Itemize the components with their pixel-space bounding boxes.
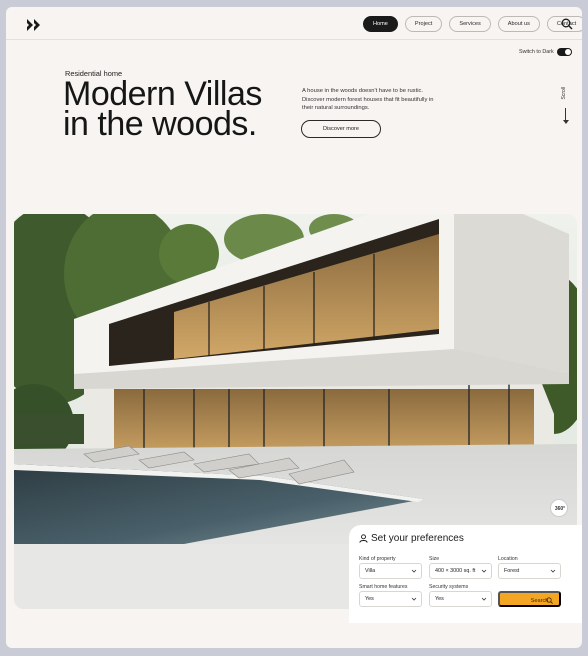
chevron-down-icon: [481, 597, 487, 601]
view-360-badge[interactable]: 360°: [550, 499, 568, 517]
title-line-2: in the woods.: [63, 105, 257, 143]
security-label: Security systems: [429, 584, 469, 590]
chevron-down-icon: [550, 569, 556, 573]
view-360-icon: 360°: [554, 506, 566, 512]
kind-of-property-label: Kind of property: [359, 556, 396, 562]
preferences-title: Set your preferences: [371, 533, 464, 544]
chevron-down-icon: [411, 597, 417, 601]
chevron-down-icon: [481, 569, 487, 573]
location-select[interactable]: Forest: [498, 563, 561, 579]
search-icon: [546, 597, 553, 604]
dark-mode-toggle[interactable]: [557, 48, 572, 56]
smart-home-value: Yes: [365, 596, 374, 602]
dark-mode-label: Switch to Dark: [519, 49, 554, 55]
smart-home-select[interactable]: Yes: [359, 591, 422, 607]
nav-services[interactable]: Services: [449, 16, 491, 32]
security-select[interactable]: Yes: [429, 591, 492, 607]
location-label: Location: [498, 556, 518, 562]
location-value: Forest: [504, 568, 520, 574]
nav-project[interactable]: Project: [404, 16, 443, 32]
security-value: Yes: [435, 596, 444, 602]
user-icon: [359, 534, 368, 543]
nav-about-us[interactable]: About us: [497, 16, 540, 32]
logo-icon[interactable]: [26, 18, 42, 32]
hero-description: A house in the woods doesn't have to be …: [302, 88, 434, 112]
discover-more-button[interactable]: Discover more: [301, 120, 381, 138]
preferences-panel: Set your preferences Kind of property Vi…: [349, 525, 582, 623]
kind-of-property-value: Villa: [365, 568, 376, 574]
chevron-down-icon: [411, 569, 417, 573]
arrow-down-icon: [562, 120, 569, 124]
nav-home[interactable]: Home: [363, 16, 398, 32]
size-label: Size: [429, 556, 440, 562]
main-nav: Home Project Services About us Contact: [363, 16, 582, 32]
page: Home Project Services About us Contact S…: [6, 7, 582, 648]
page-title: Modern Villas in the woods.: [63, 77, 262, 143]
size-select[interactable]: 400 × 3000 sq. ft: [429, 563, 492, 579]
scroll-indicator[interactable]: Scroll: [561, 87, 571, 127]
smart-home-label: Smart home features: [359, 584, 408, 590]
search-button[interactable]: Search: [498, 591, 561, 607]
search-icon[interactable]: [561, 18, 573, 30]
header-divider: [6, 39, 582, 40]
scroll-label: Scroll: [561, 87, 567, 100]
size-value: 400 × 3000 sq. ft: [435, 568, 476, 574]
kind-of-property-select[interactable]: Villa: [359, 563, 422, 579]
